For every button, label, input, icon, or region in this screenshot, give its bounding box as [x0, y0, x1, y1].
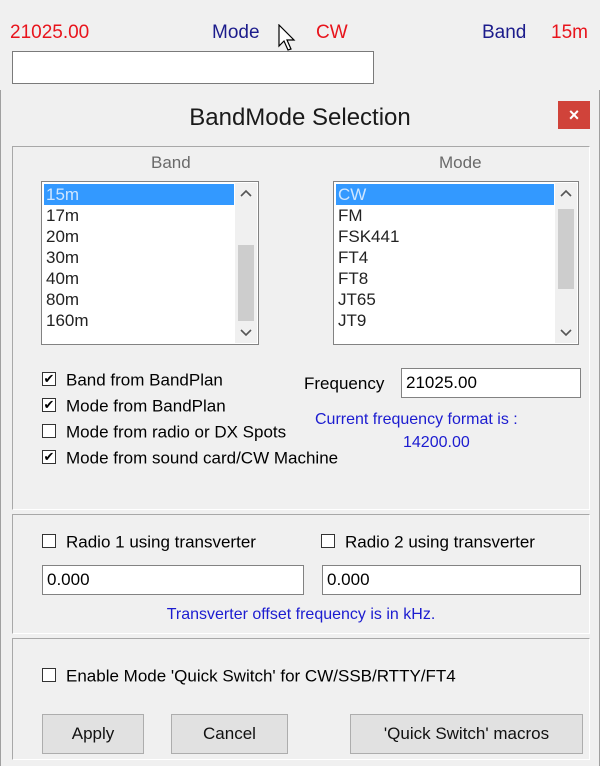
list-item[interactable]: FT4 [336, 247, 554, 268]
band-list-items: 15m 17m 20m 30m 40m 80m 160m [44, 184, 234, 331]
list-item[interactable]: 30m [44, 247, 234, 268]
band-label: Band [482, 22, 527, 43]
frequency-input[interactable]: 21025.00 [401, 368, 581, 398]
list-item[interactable]: 160m [44, 310, 234, 331]
band-scrollbar[interactable] [235, 183, 257, 343]
band-value[interactable]: 15m [551, 22, 588, 44]
radio1-transverter-option[interactable]: Radio 1 using transverter [42, 531, 256, 553]
bandmode-dialog: BandMode Selection × Band Mode 15m 17m 20m… [0, 90, 600, 766]
frequency-format-note: Current frequency format is : [315, 411, 518, 428]
dialog-titlebar[interactable]: BandMode Selection × [1, 90, 599, 146]
mode-from-bandplan-option[interactable]: ✔ Mode from BandPlan [42, 395, 226, 417]
mode-column-header: Mode [439, 153, 482, 172]
quick-switch-macros-button[interactable]: 'Quick Switch' macros [350, 714, 583, 754]
band-mode-section: Band Mode 15m 17m 20m 30m 40m 80m 160m CW FM FSK… [12, 146, 590, 510]
scroll-up-icon[interactable] [555, 183, 577, 203]
mode-listbox[interactable]: CW FM FSK441 FT4 FT8 JT65 JT9 [333, 181, 579, 345]
frequency-readout: 21025.00 [10, 22, 90, 43]
list-item[interactable]: 40m [44, 268, 234, 289]
list-item[interactable]: 17m [44, 205, 234, 226]
mode-from-bandplan-checkbox[interactable]: ✔ [42, 397, 56, 412]
mode-from-radio-option[interactable]: Mode from radio or DX Spots [42, 421, 286, 443]
mode-scrollbar[interactable] [555, 183, 577, 343]
mode-value[interactable]: CW [316, 22, 348, 44]
list-item[interactable]: JT65 [336, 289, 554, 310]
mouse-cursor-icon [278, 24, 296, 51]
band-from-bandplan-checkbox[interactable]: ✔ [42, 371, 56, 386]
band-scroll-thumb[interactable] [238, 245, 254, 321]
quick-switch-option[interactable]: Enable Mode 'Quick Switch' for CW/SSB/RT… [42, 665, 456, 687]
list-item[interactable]: FSK441 [336, 226, 554, 247]
mode-from-radio-checkbox[interactable] [42, 423, 56, 438]
callsign-entry-field[interactable] [12, 51, 374, 84]
list-item[interactable]: FM [336, 205, 554, 226]
apply-button[interactable]: Apply [42, 714, 144, 754]
transverter-note: Transverter offset frequency is in kHz. [166, 606, 436, 623]
radio2-transverter-option[interactable]: Radio 2 using transverter [321, 531, 535, 553]
transverter-section: Radio 1 using transverter Radio 2 using … [12, 514, 590, 634]
list-item[interactable]: FT8 [336, 268, 554, 289]
mode-from-soundcard-checkbox[interactable]: ✔ [42, 449, 56, 464]
cancel-button[interactable]: Cancel [171, 714, 288, 754]
band-listbox[interactable]: 15m 17m 20m 30m 40m 80m 160m [41, 181, 259, 345]
scroll-up-icon[interactable] [235, 183, 257, 203]
scroll-down-icon[interactable] [235, 323, 257, 343]
quick-switch-section: Enable Mode 'Quick Switch' for CW/SSB/RT… [12, 638, 590, 760]
list-item[interactable]: CW [336, 184, 554, 205]
status-strip: 21025.00 Mode CW Band 15m [0, 0, 600, 90]
dialog-title: BandMode Selection [189, 104, 411, 131]
list-item[interactable]: JT9 [336, 310, 554, 331]
mode-list-items: CW FM FSK441 FT4 FT8 JT65 JT9 [336, 184, 554, 331]
radio2-offset-input[interactable]: 0.000 [322, 565, 581, 595]
radio1-offset-input[interactable]: 0.000 [42, 565, 304, 595]
radio1-transverter-checkbox[interactable] [42, 533, 56, 548]
mode-from-soundcard-option[interactable]: ✔ Mode from sound card/CW Machine [42, 447, 338, 469]
mode-scroll-thumb[interactable] [558, 209, 574, 289]
scroll-down-icon[interactable] [555, 323, 577, 343]
mode-label: Mode [212, 22, 260, 43]
quick-switch-checkbox[interactable] [42, 667, 56, 682]
band-column-header: Band [151, 153, 191, 172]
close-icon: × [568, 105, 580, 125]
radio2-transverter-checkbox[interactable] [321, 533, 335, 548]
list-item[interactable]: 15m [44, 184, 234, 205]
frequency-label: Frequency [304, 374, 385, 393]
list-item[interactable]: 80m [44, 289, 234, 310]
list-item[interactable]: 20m [44, 226, 234, 247]
band-from-bandplan-option[interactable]: ✔ Band from BandPlan [42, 369, 223, 391]
close-button[interactable]: × [558, 101, 590, 129]
frequency-format-example: 14200.00 [403, 434, 470, 451]
